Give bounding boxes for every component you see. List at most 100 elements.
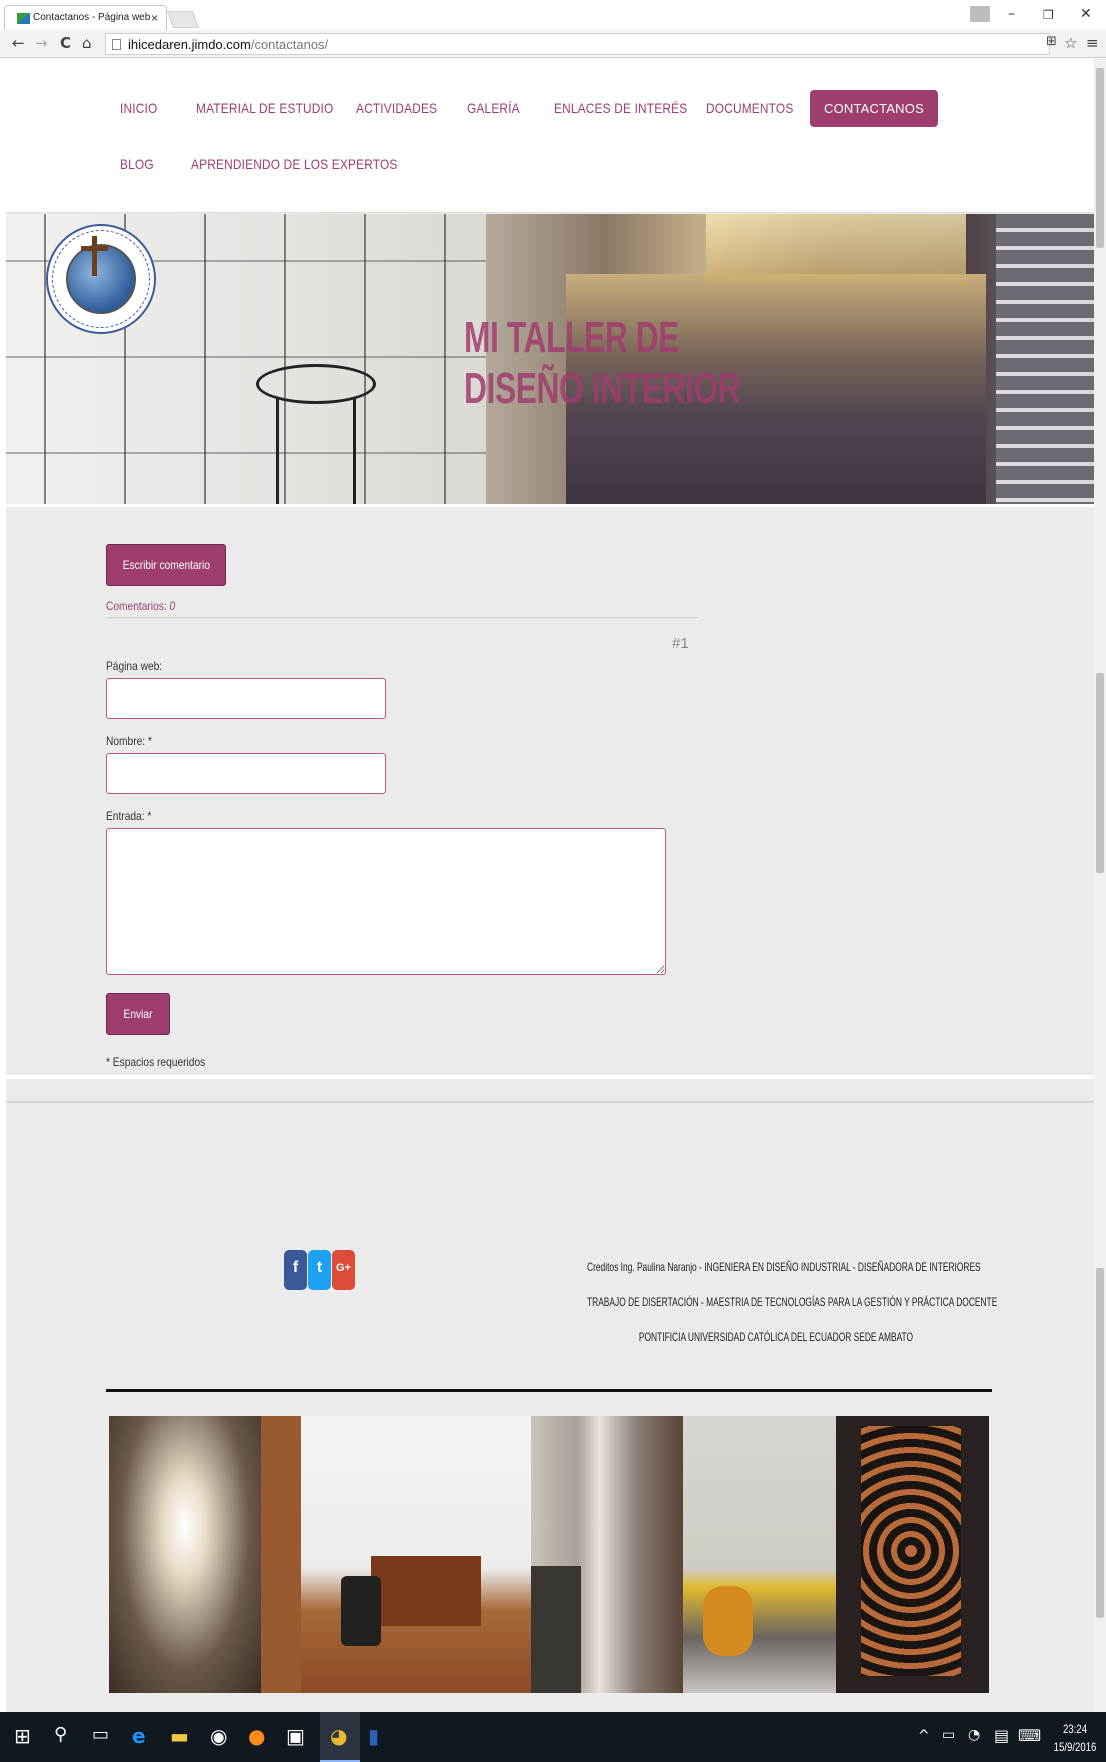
- edge-icon[interactable]: e: [132, 1724, 146, 1748]
- nav-item-material-de-estudio[interactable]: MATERIAL DE ESTUDIO: [196, 100, 333, 116]
- submit-button[interactable]: Enviar: [106, 993, 170, 1035]
- credit-line-2: TRABAJO DE DISERTACIÓN - MAESTRIA DE TEC…: [587, 1295, 998, 1309]
- hero-title: MI TALLER DE DISEÑO INTERIOR: [464, 312, 741, 414]
- nav-item-blog[interactable]: BLOG: [120, 156, 154, 172]
- search-icon[interactable]: ⚲: [54, 1724, 67, 1745]
- facebook-glyph: f: [292, 1259, 299, 1276]
- home-icon[interactable]: ⌂: [82, 34, 92, 52]
- nav-item-inicio[interactable]: INICIO: [120, 100, 157, 116]
- entry-label: Entrada: *: [106, 809, 152, 823]
- footer-rule-top: [106, 1389, 992, 1392]
- url-input[interactable]: ihicedaren.jimdo.com/contactanos/: [105, 33, 1050, 55]
- twitter-glyph: t: [316, 1259, 323, 1276]
- write-comment-button[interactable]: Escribir comentario: [106, 544, 226, 586]
- nav-item-contactanos[interactable]: CONTACTANOS: [810, 90, 938, 127]
- minimize-icon[interactable]: –: [1008, 6, 1015, 22]
- section-divider: [6, 1075, 1094, 1079]
- office-photo: [261, 1416, 531, 1693]
- comments-count-label: Comentarios:: [106, 599, 167, 613]
- url-domain: ihicedaren.jimdo.com: [128, 37, 251, 52]
- office-chair: [341, 1576, 381, 1646]
- entry-textarea[interactable]: [106, 828, 666, 975]
- facebook-icon[interactable]: f: [284, 1250, 307, 1290]
- comments-count-value: 0: [169, 599, 176, 613]
- google-plus-glyph: G+: [336, 1262, 351, 1274]
- fireplace: [531, 1566, 581, 1693]
- nav-item-documentos[interactable]: DOCUMENTOS: [706, 100, 793, 116]
- back-icon[interactable]: ←: [12, 34, 25, 52]
- footer-shadow-line: [6, 1101, 1094, 1103]
- credit-line-3: PONTIFICIA UNIVERSIDAD CATÓLICA DEL ECUA…: [638, 1330, 914, 1344]
- section-divider: [6, 504, 1094, 507]
- chrome-icon: ◕: [330, 1724, 348, 1748]
- page-icon: [112, 39, 121, 50]
- display-lights: [706, 214, 966, 284]
- scroll-thumb-3[interactable]: [1096, 1268, 1104, 1618]
- decorative-panel-photo: [836, 1416, 989, 1693]
- tab-close-icon[interactable]: ×: [151, 11, 158, 25]
- browser-tab[interactable]: Contactanos - Página web ×: [4, 5, 167, 30]
- stool-legs-sketch: [276, 399, 356, 504]
- web-page: INICIO MATERIAL DE ESTUDIO ACTIVIDADES G…: [6, 58, 1094, 1712]
- close-window-icon[interactable]: ✕: [1080, 6, 1092, 22]
- footer: f t G+ Creditos Ing. Paulina Naranjo - I…: [6, 1106, 1094, 1712]
- restore-icon[interactable]: ❐: [1043, 8, 1054, 22]
- start-icon[interactable]: ⊞: [14, 1724, 31, 1748]
- write-comment-label: Escribir comentario: [122, 558, 210, 572]
- lounge-photo: [683, 1416, 836, 1693]
- battery-icon[interactable]: ▭: [942, 1727, 955, 1743]
- globe-icon: [66, 244, 136, 314]
- twitter-icon[interactable]: t: [308, 1250, 331, 1290]
- translate-icon[interactable]: ⊞: [1046, 34, 1057, 49]
- entry-number: #1: [672, 635, 689, 652]
- word-icon[interactable]: ▮: [368, 1724, 379, 1748]
- reload-icon[interactable]: C: [60, 34, 71, 52]
- credit-line-1: Creditos Ing. Paulina Naranjo - INGENIER…: [587, 1260, 981, 1274]
- notification-icon[interactable]: ▤: [994, 1726, 1009, 1745]
- staircase-photo: [996, 214, 1094, 504]
- stool-sketch: [256, 364, 376, 404]
- hp-icon[interactable]: ◉: [210, 1724, 227, 1748]
- page-scrollbar[interactable]: [1094, 58, 1106, 1712]
- profile-icon[interactable]: [970, 6, 990, 22]
- task-view-icon[interactable]: ▭: [92, 1724, 109, 1745]
- google-plus-icon[interactable]: G+: [332, 1250, 355, 1290]
- store-icon[interactable]: ▣: [286, 1724, 305, 1748]
- required-note: * Espacios requeridos: [106, 1055, 206, 1069]
- keyboard-icon[interactable]: ⌨: [1018, 1726, 1041, 1745]
- browser-tab-bar: Contactanos - Página web × – ❐ ✕: [0, 0, 1106, 30]
- university-logo[interactable]: [46, 224, 156, 334]
- nav-item-aprendiendo-de-los-expertos[interactable]: APRENDIENDO DE LOS EXPERTOS: [191, 156, 398, 172]
- comments-divider: [106, 617, 698, 618]
- system-clock[interactable]: 23:24 15/9/2016: [1053, 1720, 1096, 1756]
- forward-icon[interactable]: →: [35, 34, 48, 52]
- new-tab-button[interactable]: [166, 11, 200, 28]
- windows-taskbar: ⊞ ⚲ ▭ e ▬ ◉ ● ▣ ◕ ▮ ^ ▭ ◔ ▤ ⌨ 23:24 15/9…: [0, 1712, 1106, 1762]
- bookmark-star-icon[interactable]: ☆: [1064, 34, 1077, 52]
- scroll-thumb-1[interactable]: [1096, 68, 1104, 248]
- nav-item-enlaces-de-interes[interactable]: ENLACES DE INTERÉS: [554, 100, 687, 116]
- nav-item-galeria[interactable]: GALERÍA: [467, 100, 520, 116]
- nav-item-actividades[interactable]: ACTIVIDADES: [356, 100, 437, 116]
- desk: [371, 1556, 481, 1626]
- comments-count: Comentarios: 0: [106, 599, 175, 613]
- scroll-thumb-2[interactable]: [1096, 673, 1104, 873]
- name-input[interactable]: [106, 753, 386, 794]
- comments-section: Escribir comentario Comentarios: 0 #1 Pá…: [6, 511, 1094, 1075]
- address-bar: ← → C ⌂ ihicedaren.jimdo.com/contactanos…: [0, 30, 1106, 58]
- file-explorer-icon[interactable]: ▬: [170, 1724, 189, 1748]
- orange-armchair: [703, 1586, 753, 1656]
- interior-photo-strip: [109, 1416, 989, 1693]
- clock-date: 15/9/2016: [1053, 1740, 1096, 1754]
- laser-cut-panel: [861, 1426, 961, 1676]
- url-path: /contactanos/: [250, 37, 329, 52]
- website-input[interactable]: [106, 678, 386, 719]
- wifi-icon[interactable]: ◔: [968, 1727, 980, 1743]
- show-hidden-icons[interactable]: ^: [918, 1728, 930, 1744]
- chrome-taskbar-item[interactable]: ◕: [320, 1712, 360, 1762]
- browser-menu-icon[interactable]: ≡: [1086, 34, 1099, 52]
- site-navigation: INICIO MATERIAL DE ESTUDIO ACTIVIDADES G…: [6, 58, 1094, 213]
- firefox-icon[interactable]: ●: [248, 1724, 265, 1748]
- tab-title: Contactanos - Página web: [33, 12, 151, 23]
- wall-shelf: [261, 1416, 301, 1693]
